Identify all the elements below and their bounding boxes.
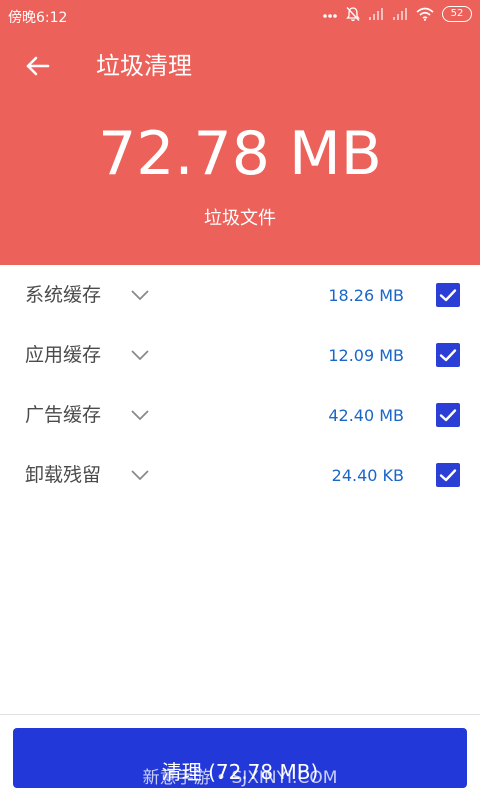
list-item[interactable]: 卸载残留 24.40 KB	[0, 445, 480, 505]
wifi-icon	[416, 7, 434, 21]
arrow-left-icon	[24, 56, 52, 84]
clean-button-label: 清理 (72.78 MB)	[161, 760, 319, 784]
junk-list: 系统缓存 18.26 MB 应用缓存 12.09 MB 广告缓存 42.40 M…	[0, 265, 480, 505]
dots-icon	[322, 7, 338, 21]
chevron-down-icon[interactable]	[130, 347, 150, 361]
item-size: 42.40 MB	[328, 406, 404, 425]
list-item[interactable]: 应用缓存 12.09 MB	[0, 325, 480, 385]
item-size: 18.26 MB	[328, 286, 404, 305]
total-caption: 垃圾文件	[204, 208, 276, 229]
screen: 傍晚6:12 52 垃圾清理 72.78 MB 垃圾文件 系统缓存 18.26 …	[0, 0, 480, 800]
chevron-down-icon[interactable]	[130, 467, 150, 481]
battery-icon: 52	[442, 6, 472, 22]
page-title: 垃圾清理	[96, 52, 192, 80]
total-size: 72.78 MB	[98, 119, 382, 189]
clean-button[interactable]: 清理 (72.78 MB)	[13, 728, 467, 788]
list-item[interactable]: 系统缓存 18.26 MB	[0, 265, 480, 325]
header: 傍晚6:12 52 垃圾清理 72.78 MB 垃圾文件	[0, 0, 480, 265]
footer: 清理 (72.78 MB) 新意手游 • SJXINYI.COM	[0, 714, 480, 800]
item-checkbox[interactable]	[436, 463, 460, 487]
chevron-down-icon[interactable]	[130, 407, 150, 421]
item-label: 系统缓存	[25, 284, 102, 306]
status-time: 傍晚6:12	[8, 10, 68, 26]
status-bar: 傍晚6:12 52	[0, 0, 480, 32]
chevron-down-icon[interactable]	[130, 287, 150, 301]
item-label: 卸载残留	[25, 464, 102, 486]
item-checkbox[interactable]	[436, 283, 460, 307]
status-icons: 52	[322, 6, 472, 22]
item-size: 24.40 KB	[331, 466, 404, 485]
signal-icon	[368, 7, 384, 21]
item-checkbox[interactable]	[436, 343, 460, 367]
item-checkbox[interactable]	[436, 403, 460, 427]
back-button[interactable]	[24, 52, 52, 80]
signal-icon	[392, 7, 408, 21]
toolbar: 垃圾清理	[0, 44, 480, 88]
item-label: 应用缓存	[25, 344, 102, 366]
item-size: 12.09 MB	[328, 346, 404, 365]
item-label: 广告缓存	[25, 404, 102, 426]
list-item[interactable]: 广告缓存 42.40 MB	[0, 385, 480, 445]
bell-off-icon	[346, 6, 360, 22]
